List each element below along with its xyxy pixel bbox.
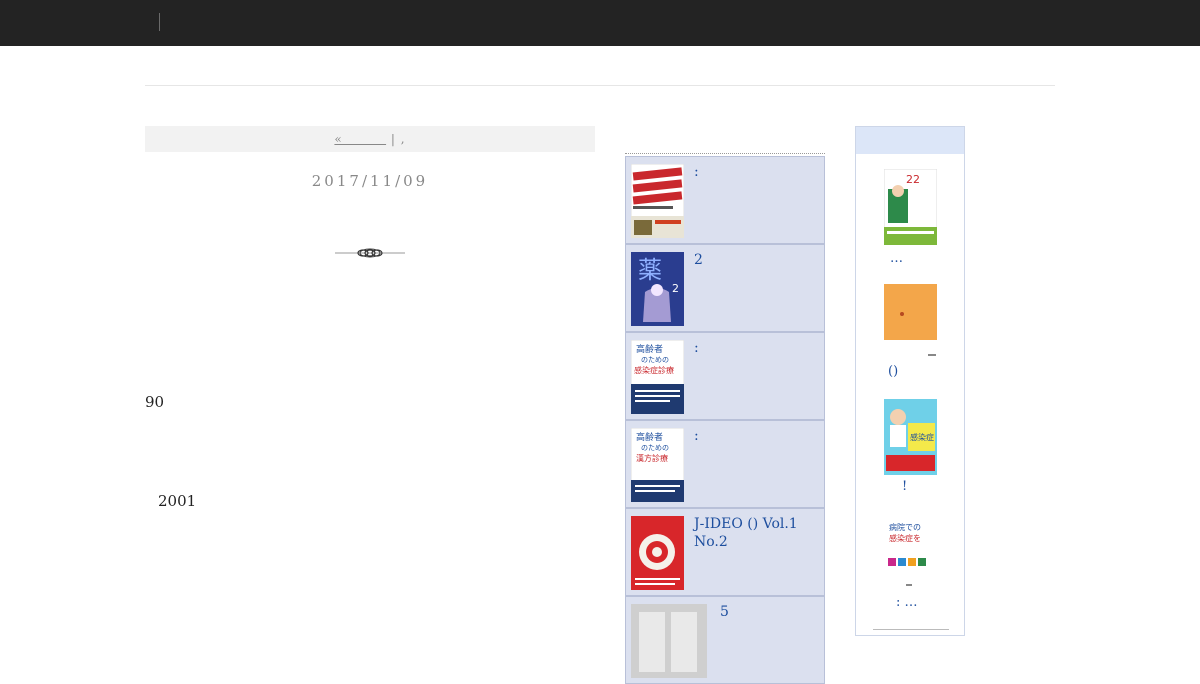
ranking-item[interactable]: 5 xyxy=(625,596,825,684)
ranking-item-title[interactable]: : xyxy=(694,163,819,181)
ranking-item[interactable]: : xyxy=(625,156,825,244)
svg-text:漢方診療: 漢方診療 xyxy=(636,453,668,463)
svg-text:感染症診療: 感染症診療 xyxy=(634,365,674,375)
pager-separator: | , xyxy=(386,132,406,146)
book-cover[interactable]: 薬 2 xyxy=(631,252,684,326)
header-rule xyxy=(145,85,1055,86)
ranking-item-title[interactable]: 2 xyxy=(694,251,819,269)
svg-text:高齢者: 高齢者 xyxy=(636,431,663,443)
post-pager: « | , xyxy=(145,126,595,152)
book-cover[interactable] xyxy=(631,164,684,238)
sidebar-book-caption[interactable]: ! xyxy=(902,479,907,494)
ranking-item-title[interactable]: 5 xyxy=(720,603,845,621)
sidebar-book-cover[interactable]: 感染症 xyxy=(884,399,937,479)
right-sidebar-header xyxy=(856,127,964,154)
svg-text:のための: のための xyxy=(641,356,669,364)
sidebar-book-caption[interactable]: … xyxy=(890,251,903,266)
ranking-item-title[interactable]: : xyxy=(694,339,819,357)
sidebar-book-cover[interactable]: 病院での 感染症を xyxy=(884,514,937,594)
svg-text:感染症: 感染症 xyxy=(910,432,934,442)
divider-ornament-icon xyxy=(335,248,405,258)
sidebar-book-caption[interactable]: : … xyxy=(896,595,918,610)
ranking-item[interactable]: 高齢者 のための 感染症診療 : xyxy=(625,332,825,420)
top-navigation-bar xyxy=(0,0,1200,46)
svg-text:高齢者: 高齢者 xyxy=(636,343,663,355)
sidebar-book-cover[interactable]: 22 xyxy=(883,168,938,249)
svg-text:病院での: 病院での xyxy=(889,522,921,532)
book-cover[interactable]: 高齢者 のための 漢方診療 xyxy=(631,428,684,502)
ranking-item[interactable]: 高齢者 のための 漢方診療 : xyxy=(625,420,825,508)
post-date: 2017/11/09 xyxy=(311,172,429,190)
ranking-item[interactable]: J-IDEO () Vol.1 No.2 xyxy=(625,508,825,596)
ranking-item-title[interactable]: : xyxy=(694,427,819,445)
book-cover[interactable] xyxy=(631,516,684,590)
nav-divider xyxy=(159,13,160,31)
post-paragraph-2: 2001 xyxy=(158,492,197,510)
sidebar-book-cover[interactable] xyxy=(884,284,937,364)
book-cover[interactable]: 高齢者 のための 感染症診療 xyxy=(631,340,684,414)
svg-text:薬: 薬 xyxy=(638,256,662,284)
post-paragraph-1: 90 xyxy=(145,393,165,411)
right-sidebar: 22 … () 感染症 ! 病院での 感染症を: … xyxy=(855,126,965,636)
ranking-item[interactable]: 薬 2 2 xyxy=(625,244,825,332)
svg-text:のための: のための xyxy=(641,444,669,452)
cover-number: 22 xyxy=(906,173,920,186)
svg-text:2: 2 xyxy=(672,282,679,295)
svg-text:感染症を: 感染症を xyxy=(889,533,921,543)
ranking-title-rule xyxy=(625,153,825,154)
book-cover[interactable] xyxy=(631,604,707,678)
previous-post-link[interactable]: « xyxy=(334,132,386,146)
ranking-item-title[interactable]: J-IDEO () Vol.1 No.2 xyxy=(694,515,819,551)
ranking-list: : 薬 2 2 高齢者 のための 感染症診療: 高齢者 のための 漢方診療:… xyxy=(625,156,825,684)
sidebar-book-caption[interactable]: () xyxy=(888,364,898,379)
